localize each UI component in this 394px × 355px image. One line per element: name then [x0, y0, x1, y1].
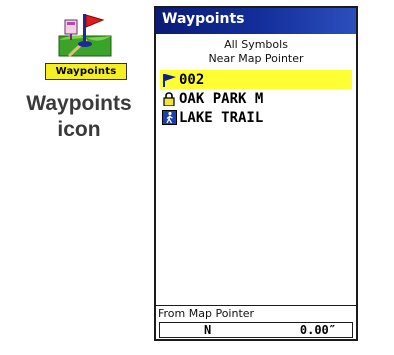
- device-screen: Waypoints All Symbols Near Map Pointer 0…: [154, 6, 358, 341]
- waypoint-name: 002: [179, 71, 205, 88]
- waypoint-name: LAKE TRAIL: [179, 109, 264, 126]
- caption-line-2: icon: [57, 118, 101, 141]
- waypoints-app-icon: [58, 14, 112, 58]
- waypoints-icon-label: Waypoints: [45, 63, 127, 80]
- reference-point[interactable]: Near Map Pointer: [156, 52, 356, 65]
- flag-icon: [160, 72, 178, 88]
- waypoints-app-icon-group: Waypoints: [33, 6, 137, 80]
- pointer-data-field: N 0.00″: [159, 322, 353, 338]
- title-bar: Waypoints: [156, 8, 356, 34]
- lock-icon: [160, 91, 178, 107]
- footer-label: From Map Pointer: [158, 307, 255, 320]
- waypoint-list: 002 OAK PARK M LAKE TRAIL: [160, 70, 352, 127]
- distance-value: 0.00″: [299, 323, 336, 337]
- footer-panel: From Map Pointer N 0.00″: [156, 305, 356, 339]
- waypoint-row-oak-park[interactable]: OAK PARK M: [160, 89, 352, 108]
- page-title: Waypoints: [162, 11, 245, 27]
- waypoint-row-002[interactable]: 002: [160, 70, 352, 89]
- hiker-icon: [160, 110, 178, 126]
- direction-value: N: [204, 323, 212, 337]
- symbol-filter[interactable]: All Symbols: [156, 38, 356, 51]
- waypoint-row-lake-trail[interactable]: LAKE TRAIL: [160, 108, 352, 127]
- caption-line-1: Waypoints: [26, 92, 132, 115]
- waypoint-name: OAK PARK M: [179, 90, 264, 107]
